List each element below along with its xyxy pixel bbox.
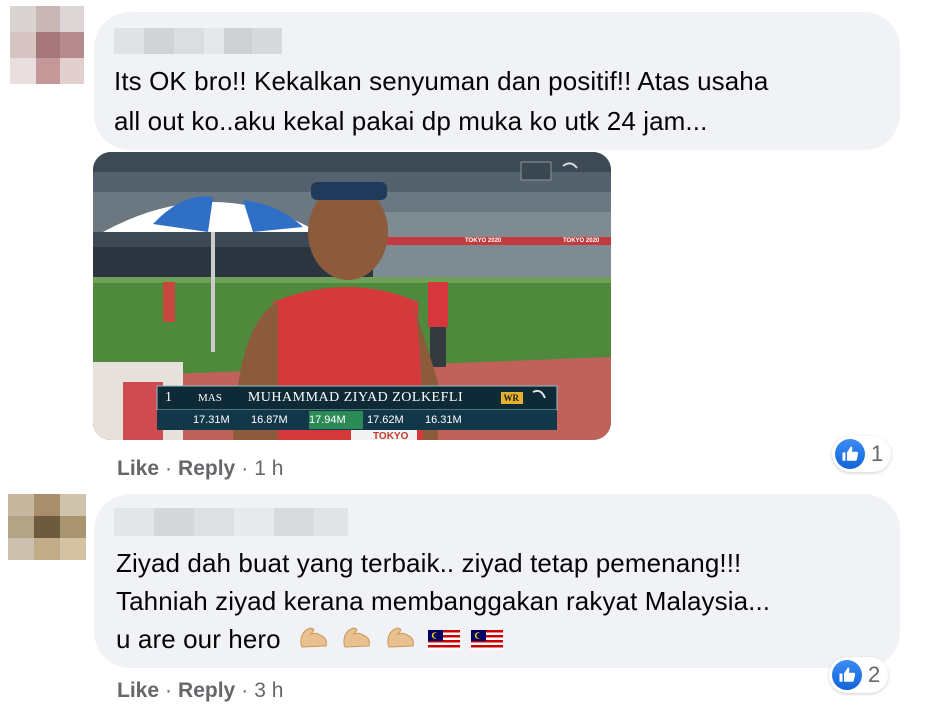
stadium-sign: TOKYO 2020: [465, 238, 502, 244]
reaction-summary[interactable]: 1: [832, 436, 892, 472]
scoreboard-country: MAS: [198, 392, 222, 404]
comment-text-line-1: Ziyad dah buat yang terbaik.. ziyad teta…: [116, 548, 742, 578]
reaction-count: 1: [871, 441, 884, 466]
scoreboard-attempt: 16.31M: [425, 414, 462, 426]
reply-button[interactable]: Reply: [178, 679, 235, 702]
comment-photo[interactable]: 1 MAS MUHAMMAD ZIYAD ZOLKEFLI WR 17.31M …: [93, 152, 611, 440]
comment-actions: Like · Reply · 1 h: [117, 457, 283, 481]
malaysia-flag-emoji: [471, 622, 504, 660]
separator-dot: ·: [165, 457, 173, 480]
like-button[interactable]: Like: [117, 679, 159, 702]
comment-text-line-1: Its OK bro!! Kekalkan senyuman dan posit…: [114, 66, 769, 96]
comment-text-line-2: all out ko..aku kekal pakai dp muka ko u…: [114, 106, 708, 136]
comment-bubble: Ziyad dah buat yang terbaik.. ziyad teta…: [94, 494, 900, 668]
flexed-biceps-emoji: [385, 622, 417, 660]
scoreboard-attempt: 16.87M: [251, 414, 288, 426]
separator-dot: ·: [165, 679, 173, 702]
scoreboard-athlete: MUHAMMAD ZIYAD ZOLKEFLI: [247, 390, 464, 405]
author-name-blurred[interactable]: [114, 28, 282, 54]
scoreboard-attempt: 17.31M: [193, 414, 230, 426]
scoreboard-rank: 1: [165, 390, 172, 405]
separator-dot: ·: [241, 679, 249, 702]
comment-text-line-3: u are our hero: [116, 620, 504, 660]
comment-bubble: Its OK bro!! Kekalkan senyuman dan posit…: [94, 12, 900, 150]
avatar[interactable]: [8, 494, 86, 560]
malaysia-flag-emoji: [428, 622, 461, 660]
thumbs-up-icon: [835, 439, 865, 469]
reaction-summary[interactable]: 2: [829, 657, 889, 693]
separator-dot: ·: [241, 457, 249, 480]
flexed-biceps-emoji: [341, 622, 373, 660]
thumbs-up-icon: [832, 660, 862, 690]
comment-timestamp[interactable]: 1 h: [254, 457, 283, 480]
avatar[interactable]: [10, 6, 84, 84]
reply-button[interactable]: Reply: [178, 457, 235, 480]
comment-timestamp[interactable]: 3 h: [254, 679, 283, 702]
flexed-biceps-emoji: [298, 622, 330, 660]
comment-actions: Like · Reply · 3 h: [117, 679, 283, 703]
scoreboard-attempt: 17.62M: [367, 414, 404, 426]
author-name-blurred[interactable]: [114, 508, 348, 536]
reaction-count: 2: [868, 662, 881, 687]
comment-text-line-2: Tahniah ziyad kerana membanggakan rakyat…: [116, 586, 771, 616]
stadium-sign: TOKYO 2020: [563, 238, 600, 244]
like-button[interactable]: Like: [117, 457, 159, 480]
scoreboard-attempt: 17.94M: [309, 414, 346, 426]
tokyo-sign: TOKYO: [373, 431, 409, 440]
comment-text-line-3-words: u are our hero: [116, 624, 281, 654]
scoreboard-badge: WR: [503, 393, 520, 403]
